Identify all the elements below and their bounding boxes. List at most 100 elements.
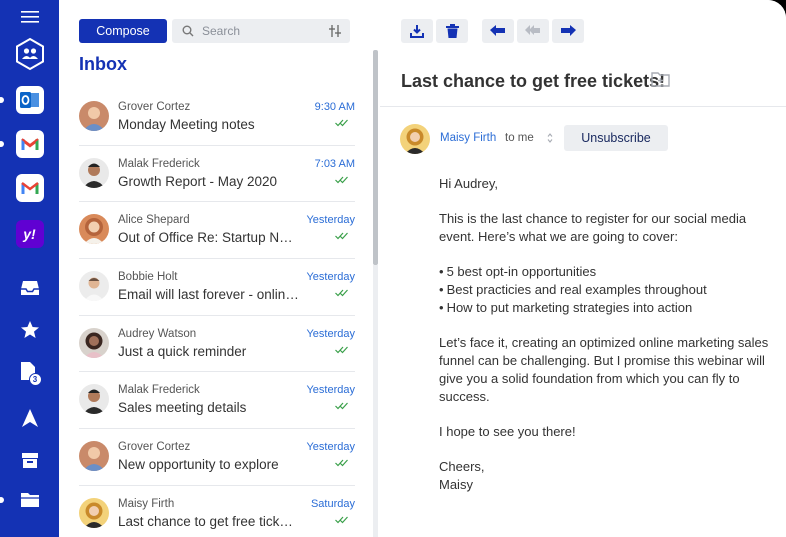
bullet-item: 5 best opt-in opportunities: [439, 263, 779, 281]
message-time: Yesterday: [306, 384, 355, 397]
divider: [380, 106, 786, 107]
read-check-icon: [335, 403, 348, 410]
avatar: [79, 441, 109, 472]
email-intro: This is the last chance to register for …: [439, 211, 747, 244]
message-sender: Grover Cortez: [118, 441, 191, 454]
message-sender: Malak Frederick: [118, 157, 200, 170]
search-icon: [182, 25, 194, 37]
message-row[interactable]: Grover Cortez New opportunity to explore…: [79, 429, 355, 486]
inbox-tray-icon[interactable]: [0, 276, 59, 300]
left-rail: y! 3: [0, 0, 59, 537]
message-row[interactable]: Alice Shepard Out of Office Re: Startup …: [79, 202, 355, 260]
read-check-icon: [335, 119, 348, 127]
gmail-icon: [15, 174, 44, 202]
message-time: Yesterday: [306, 441, 355, 454]
download-icon: [410, 25, 424, 38]
outlook-icon: [15, 86, 44, 114]
message-sender: Audrey Watson: [118, 327, 197, 340]
recipient-label: to me: [505, 132, 534, 144]
inbox-title: Inbox: [79, 54, 127, 74]
details-toggle-icon[interactable]: [547, 132, 553, 144]
avatar: [79, 214, 109, 245]
message-sender: Bobbie Holt: [118, 271, 178, 284]
unsubscribe-button[interactable]: Unsubscribe: [564, 125, 668, 151]
filter-icon[interactable]: [329, 25, 341, 37]
read-check-icon: [335, 232, 348, 240]
active-indicator: [0, 141, 4, 147]
add-to-folder-icon[interactable]: [651, 72, 670, 87]
trash-icon: [445, 24, 459, 38]
hamburger-menu-icon[interactable]: [0, 8, 59, 26]
message-time: Yesterday: [306, 271, 355, 284]
email-paragraph: Let’s face it, creating an optimized onl…: [439, 335, 769, 404]
folder-icon[interactable]: [0, 488, 59, 512]
message-subject: Last chance to get free tickets!: [118, 513, 300, 529]
email-subject: Last chance to get free tickets!: [401, 71, 666, 91]
email-paragraph: I hope to see you there!: [439, 424, 576, 439]
forward-icon: [561, 24, 576, 36]
account-yahoo[interactable]: y!: [0, 220, 59, 248]
read-check-icon: [335, 346, 348, 354]
avatar: [79, 384, 109, 415]
gmail-icon: [15, 130, 44, 158]
reply-all-icon: [525, 24, 540, 35]
download-button[interactable]: [401, 19, 433, 43]
avatar: [79, 327, 109, 358]
email-body: Hi Audrey, This is the last chance to re…: [439, 175, 779, 494]
drafts-icon[interactable]: 3: [0, 358, 59, 386]
message-time: 9:30 AM: [314, 101, 355, 113]
message-subject: Just a quick reminder: [118, 343, 247, 359]
compose-button[interactable]: Compose: [79, 19, 167, 43]
contacts-icon[interactable]: [0, 36, 59, 72]
message-row[interactable]: Bobbie Holt Email will last forever - on…: [79, 259, 355, 316]
sent-icon[interactable]: [0, 406, 59, 430]
message-row[interactable]: Audrey Watson Just a quick reminder Yest…: [79, 316, 355, 373]
reply-button[interactable]: [482, 19, 514, 43]
drafts-count-badge: 3: [28, 373, 42, 386]
sender-avatar: [400, 124, 430, 154]
avatar: [79, 497, 109, 528]
avatar: [79, 101, 109, 131]
account-outlook[interactable]: [0, 86, 59, 114]
avatar: [79, 157, 109, 188]
message-rows: Grover Cortez Monday Meeting notes 9:30 …: [79, 89, 355, 537]
sender-name[interactable]: Maisy Firth: [440, 132, 496, 144]
search-placeholder: Search: [202, 24, 241, 38]
yahoo-icon: y!: [15, 220, 44, 248]
delete-button[interactable]: [436, 19, 468, 43]
archive-icon[interactable]: [0, 448, 59, 472]
scrollbar-track[interactable]: [373, 265, 378, 537]
reading-pane: Last chance to get free tickets! Maisy F…: [380, 0, 786, 537]
bullet-item: How to put marketing strategies into act…: [439, 299, 779, 317]
scrollbar-thumb[interactable]: [373, 50, 378, 265]
message-row[interactable]: Grover Cortez Monday Meeting notes 9:30 …: [79, 89, 355, 146]
message-subject: Out of Office Re: Startup New...: [118, 230, 300, 246]
email-signature: Maisy: [439, 477, 473, 492]
email-signoff: Cheers,: [439, 459, 485, 474]
message-subject: Email will last forever - online...: [118, 287, 300, 303]
message-row[interactable]: Malak Frederick Growth Report - May 2020…: [79, 146, 355, 203]
reply-all-button[interactable]: [517, 19, 549, 43]
active-indicator: [0, 497, 4, 503]
message-subject: Growth Report - May 2020: [118, 173, 278, 189]
read-check-icon: [335, 289, 348, 297]
message-row[interactable]: Maisy Firth Last chance to get free tick…: [79, 486, 355, 537]
active-indicator: [0, 97, 4, 103]
avatar: [79, 271, 109, 302]
bullet-item: Best practicies and real examples throug…: [439, 281, 779, 299]
message-sender: Alice Shepard: [118, 214, 190, 227]
forward-button[interactable]: [552, 19, 584, 43]
message-sender: Maisy Firth: [118, 497, 175, 510]
reply-icon: [490, 24, 505, 36]
message-sender: Grover Cortez: [118, 101, 191, 113]
message-subject: New opportunity to explore: [118, 457, 279, 473]
message-time: Yesterday: [306, 327, 355, 340]
starred-icon[interactable]: [0, 318, 59, 342]
account-gmail-2[interactable]: [0, 174, 59, 202]
read-check-icon: [335, 516, 348, 524]
message-list-panel: Compose Search Inbox Grover Cortez Monda…: [59, 0, 378, 537]
search-input[interactable]: Search: [172, 19, 350, 43]
message-time: 7:03 AM: [314, 157, 355, 170]
message-row[interactable]: Malak Frederick Sales meeting details Ye…: [79, 372, 355, 430]
account-gmail-1[interactable]: [0, 130, 59, 158]
